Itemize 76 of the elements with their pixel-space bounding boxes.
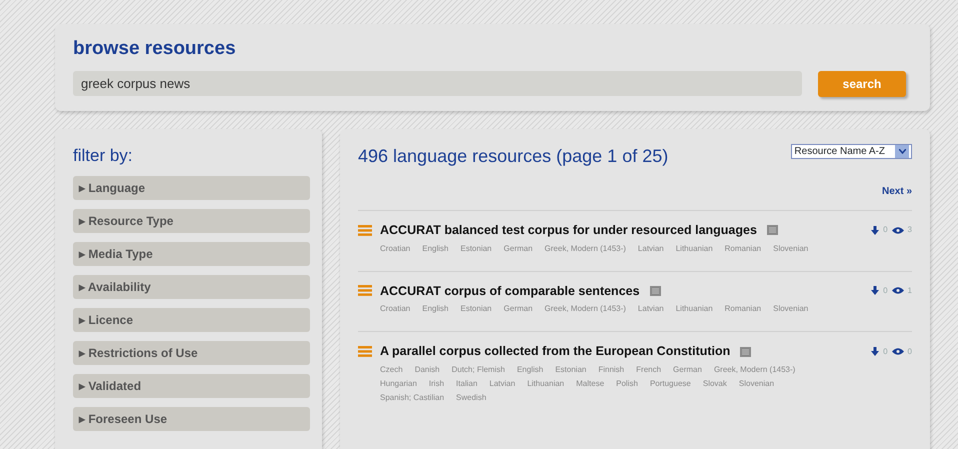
language-tag: German: [504, 242, 533, 255]
next-link[interactable]: Next »: [882, 186, 912, 197]
page-title: browse resources: [73, 38, 237, 61]
language-tag: Slovenian: [773, 242, 808, 255]
language-tag: Greek, Modern (1453-): [714, 364, 796, 376]
language-tag: French: [636, 364, 662, 376]
download-count: 0: [883, 284, 888, 297]
language-tag: Estonian: [555, 364, 586, 376]
language-tag: Greek, Modern (1453-): [544, 242, 626, 255]
search-button[interactable]: search: [818, 70, 906, 97]
language-tag: Portuguese: [650, 378, 691, 390]
language-tag: Lithuanian: [676, 303, 713, 316]
document-icon: [740, 346, 752, 357]
language-tag: Romanian: [724, 242, 762, 255]
language-tag: Irish: [428, 378, 444, 390]
language-tag: Danish: [414, 364, 440, 376]
language-tag: Romanian: [724, 303, 762, 316]
language-tag: Greek, Modern (1453-): [544, 303, 626, 316]
list-icon: [358, 346, 372, 358]
language-tag: Estonian: [460, 303, 492, 316]
language-tag: Hungarian: [380, 378, 417, 390]
language-tag: German: [673, 364, 702, 376]
language-tag: Czech: [380, 364, 403, 376]
resource-title-link[interactable]: A parallel corpus collected from the European Constitution: [380, 342, 730, 362]
results-heading: 496 language resources (page 1 of 25): [358, 144, 668, 168]
eye-icon: [892, 348, 904, 356]
document-icon: [650, 286, 661, 296]
view-count: 3: [908, 224, 912, 236]
language-tag: Dutch; Flemish: [452, 364, 505, 376]
view-count: 1: [908, 284, 912, 297]
list-icon: [358, 285, 372, 296]
filter-button[interactable]: ▸ Availability: [73, 275, 310, 300]
resource-title-link[interactable]: ACCURAT corpus of comparable sentences: [380, 282, 640, 300]
language-tag: Spanish; Castilian: [380, 392, 444, 404]
download-icon: [871, 226, 880, 235]
language-tag: Lithuanian: [527, 378, 564, 390]
filter-button[interactable]: ▸ Licence: [73, 308, 310, 332]
language-tag: Finnish: [598, 364, 624, 376]
list-icon: [358, 224, 372, 236]
filter-button[interactable]: ▸ Foreseen Use: [73, 407, 310, 432]
resource-title-link[interactable]: ACCURAT balanced test corpus for under resourced languages: [380, 220, 757, 240]
filter-button[interactable]: ▸ Restrictions of Use: [73, 341, 310, 366]
language-tag: Maltese: [576, 378, 604, 390]
download-icon: [871, 286, 880, 296]
language-tag: Latvian: [638, 303, 664, 316]
language-tag: German: [504, 303, 533, 316]
language-tag: Slovenian: [773, 303, 808, 316]
language-tag: Slovenian: [738, 378, 774, 390]
eye-icon: [892, 287, 904, 294]
document-icon: [766, 225, 778, 236]
language-tag: English: [422, 242, 448, 255]
sort-dropdown[interactable]: Resource Name A-Z: [791, 144, 912, 159]
filter-button[interactable]: ▸ Media Type: [73, 242, 310, 266]
language-tag: Estonian: [460, 242, 492, 255]
filter-button[interactable]: ▸ Language: [73, 176, 310, 200]
language-tag: Italian: [456, 378, 478, 390]
language-tag: Slovak: [702, 378, 727, 390]
filter-button[interactable]: ▸ Validated: [73, 374, 310, 398]
download-count: 0: [883, 224, 888, 236]
filter-title: filter by:: [73, 144, 134, 167]
caret-icon: [898, 148, 906, 154]
download-count: 0: [883, 346, 888, 358]
language-tag: Lithuanian: [676, 242, 713, 255]
language-tag: Polish: [616, 378, 638, 390]
language-tag: English: [516, 364, 544, 376]
view-count: 0: [908, 346, 912, 358]
language-tag: Croatian: [380, 242, 410, 255]
language-tag: Latvian: [489, 378, 516, 390]
download-icon: [871, 347, 880, 356]
filter-button[interactable]: ▸ Resource Type: [73, 209, 310, 234]
language-tag: Latvian: [638, 242, 664, 255]
language-tag: Croatian: [380, 303, 410, 316]
search-field[interactable]: greek corpus news: [73, 71, 802, 96]
language-tag: Swedish: [456, 392, 486, 404]
language-tag: English: [422, 303, 448, 316]
eye-icon: [892, 226, 904, 234]
